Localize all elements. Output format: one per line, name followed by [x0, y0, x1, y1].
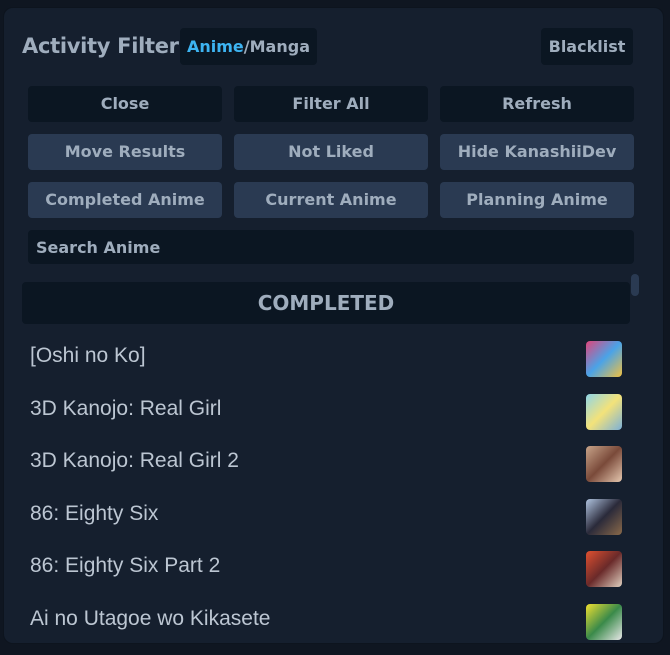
- panel-title: Activity Filter: [22, 34, 179, 58]
- anime-manga-toggle[interactable]: Anime/Manga: [180, 28, 317, 65]
- anime-cover-thumbnail[interactable]: [586, 394, 622, 430]
- anime-cover-thumbnail[interactable]: [586, 499, 622, 535]
- anime-cover-thumbnail[interactable]: [586, 604, 622, 640]
- anime-title[interactable]: 86: Eighty Six Part 2: [30, 554, 220, 578]
- anime-title[interactable]: [Oshi no Ko]: [30, 344, 146, 368]
- list-item[interactable]: 3D Kanojo: Real Girl 2: [4, 437, 663, 489]
- list-item[interactable]: 3D Kanojo: Real Girl: [4, 385, 663, 437]
- filter-header: Activity Filter Anime/Manga Blacklist: [22, 28, 633, 66]
- move-results-button[interactable]: Move Results: [28, 134, 222, 170]
- blacklist-button[interactable]: Blacklist: [541, 28, 633, 65]
- anime-title[interactable]: 86: Eighty Six: [30, 502, 158, 526]
- anime-title[interactable]: Ai no Utagoe wo Kikasete: [30, 607, 270, 631]
- search-anime-input[interactable]: [28, 230, 634, 264]
- filter-all-button[interactable]: Filter All: [234, 86, 428, 122]
- completed-anime-button[interactable]: Completed Anime: [28, 182, 222, 218]
- mode-anime[interactable]: Anime: [187, 37, 244, 56]
- anime-title[interactable]: 3D Kanojo: Real Girl 2: [30, 449, 239, 473]
- close-button[interactable]: Close: [28, 86, 222, 122]
- mode-manga[interactable]: Manga: [250, 37, 310, 56]
- activity-filter-panel: Activity Filter Anime/Manga Blacklist Cl…: [3, 7, 664, 644]
- current-anime-button[interactable]: Current Anime: [234, 182, 428, 218]
- anime-cover-thumbnail[interactable]: [586, 446, 622, 482]
- scrollbar-thumb[interactable]: [631, 274, 639, 296]
- section-title-completed: COMPLETED: [22, 282, 630, 324]
- list-item[interactable]: Ai no Utagoe wo Kikasete: [4, 595, 663, 643]
- hide-user-button[interactable]: Hide KanashiiDev: [440, 134, 634, 170]
- refresh-button[interactable]: Refresh: [440, 86, 634, 122]
- list-item[interactable]: 86: Eighty Six: [4, 490, 663, 542]
- list-item[interactable]: [Oshi no Ko]: [4, 332, 663, 384]
- planning-anime-button[interactable]: Planning Anime: [440, 182, 634, 218]
- anime-title[interactable]: 3D Kanojo: Real Girl: [30, 397, 221, 421]
- list-item[interactable]: 86: Eighty Six Part 2: [4, 542, 663, 594]
- anime-cover-thumbnail[interactable]: [586, 341, 622, 377]
- anime-cover-thumbnail[interactable]: [586, 551, 622, 587]
- not-liked-button[interactable]: Not Liked: [234, 134, 428, 170]
